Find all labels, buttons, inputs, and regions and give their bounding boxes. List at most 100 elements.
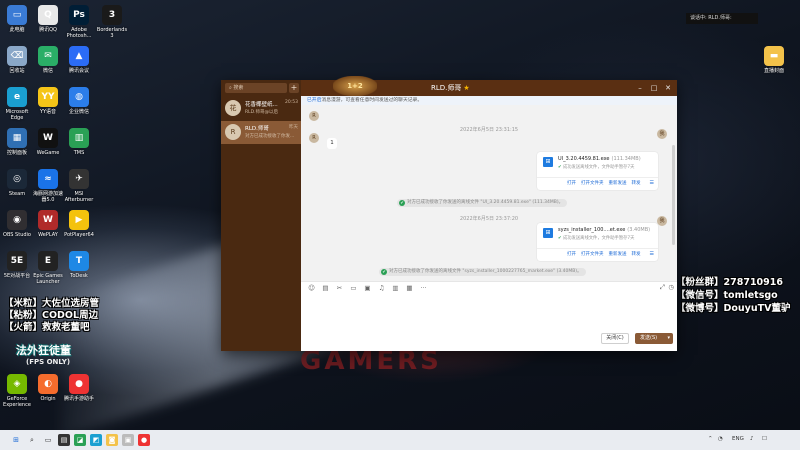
app-icon: ◈ — [7, 374, 27, 394]
desktop-shortcut[interactable]: ▭ 此电脑 — [0, 5, 34, 33]
overlay-right-line: 【微博号】DouyuTV董驴 — [676, 303, 791, 314]
open-file-link[interactable]: 打开 — [567, 251, 576, 257]
history-icon[interactable]: ◷ — [668, 283, 674, 291]
desktop-shortcut[interactable]: ▦ 控制面板 — [0, 128, 34, 156]
desktop-shortcut[interactable]: ▥ TMS — [62, 128, 96, 156]
conversation-time: 20:53 — [285, 100, 298, 105]
desktop-shortcut[interactable]: YY YY语音 — [31, 87, 65, 115]
forward-link[interactable]: 转发 — [632, 251, 641, 257]
open-folder-link[interactable]: 打开文件夹 — [581, 251, 604, 257]
start-icon[interactable]: ⊞ — [10, 434, 22, 446]
open-file-link[interactable]: 打开 — [567, 180, 576, 186]
emoji-icon[interactable]: ☺ — [307, 284, 316, 292]
conversation-item-active[interactable]: R RLD.师哥 昨天 对方已成功接收了你发... — [221, 121, 301, 144]
desktop-shortcut[interactable]: ▶ PotPlayer64 — [62, 210, 96, 238]
task-view-icon[interactable]: ▭ — [42, 434, 54, 446]
screenshot-icon[interactable]: ✂ — [335, 284, 344, 292]
maximize-button[interactable]: □ — [647, 80, 661, 96]
app-icon[interactable]: ▤ — [58, 434, 70, 446]
explorer-icon[interactable]: ◙ — [106, 434, 118, 446]
notice-link[interactable]: 已开启 — [307, 98, 321, 103]
incoming-message: 1 — [327, 138, 337, 149]
desktop-shortcut[interactable]: ⌫ 回收站 — [0, 46, 34, 74]
desktop-shortcut[interactable]: E Epic Games Launcher — [31, 251, 65, 285]
doc-icon[interactable]: ▥ — [391, 284, 400, 292]
resend-link[interactable]: 重新发送 — [609, 180, 627, 186]
desktop-shortcut[interactable]: ◐ Origin — [31, 374, 65, 402]
tray-app-icon[interactable]: ◔ — [718, 436, 723, 442]
open-folder-link[interactable]: 打开文件夹 — [581, 180, 604, 186]
folder-icon[interactable]: ▭ — [349, 284, 358, 292]
desktop-shortcut[interactable]: e Microsoft Edge — [0, 87, 34, 121]
avatar: R — [309, 111, 319, 121]
app-icon: ▶ — [69, 210, 89, 230]
app-icon: E — [38, 251, 58, 271]
desktop-shortcut[interactable]: ✈ MSI Afterburner — [62, 169, 96, 203]
chevron-down-icon[interactable]: ▾ — [667, 333, 670, 344]
desktop-shortcut[interactable]: Q 腾讯QQ — [31, 5, 65, 33]
language-indicator[interactable]: ENG — [732, 436, 744, 442]
taskbar: ⊞ ⌕ ▭ ▤ ◪ ◩ ◙ ▣ ● ⌃ ◔ ENG ♪ ☐ — [0, 430, 800, 450]
desktop-shortcut[interactable]: ◉ OBS Studio — [0, 210, 34, 238]
desktop-shortcut[interactable]: T ToDesk — [62, 251, 96, 279]
desktop-shortcut[interactable]: 5E 5E对战平台 — [0, 251, 34, 279]
expand-icon[interactable]: ⤢ — [660, 283, 665, 292]
desktop-shortcut[interactable]: 3 Borderlands 3 — [95, 5, 129, 39]
app-icon: ● — [69, 374, 89, 394]
volume-icon[interactable]: ♪ — [750, 436, 754, 442]
conversation-item[interactable]: 花 花香椰壁纸... 20:53 RLD.师哥@以后 — [221, 97, 301, 120]
image-icon[interactable]: ▣ — [363, 284, 372, 292]
shortcut-label: WePLAY — [38, 232, 58, 238]
file-message-card[interactable]: ⊞ syzs_installer_100....et.exe (3.40MB) ✔… — [537, 223, 658, 261]
qq-taskbar-icon[interactable]: ▣ — [122, 434, 134, 446]
screen-share-icon[interactable]: ▦ — [405, 284, 414, 292]
avatar: 我 — [657, 129, 667, 139]
app-icon[interactable]: ◪ — [74, 434, 86, 446]
close-window-button[interactable]: ✕ — [661, 80, 675, 96]
obs-taskbar-icon[interactable]: ● — [138, 434, 150, 446]
resend-link[interactable]: 重新发送 — [609, 251, 627, 257]
desktop-shortcut[interactable]: ● 腾讯手游助手 — [62, 374, 96, 402]
search-placeholder: 搜索 — [233, 85, 244, 91]
desktop-shortcut[interactable]: ✉ 微信 — [31, 46, 65, 74]
edge-icon[interactable]: ◩ — [90, 434, 102, 446]
shortcut-label: GeForce Experience — [3, 396, 31, 408]
send-button[interactable]: 发送(S) ▾ — [635, 333, 673, 344]
desktop-shortcut[interactable]: ▲ 腾讯会议 — [62, 46, 96, 74]
app-icon: 3 — [102, 5, 122, 25]
overlay-right-line: 【微信号】tomletsgo — [676, 290, 778, 301]
message-input[interactable]: 关闭(C) 发送(S) ▾ — [301, 293, 677, 351]
search-input[interactable]: ⌕ 搜索 — [225, 83, 287, 93]
shortcut-label: 此电脑 — [9, 27, 25, 33]
add-button[interactable]: + — [289, 83, 299, 93]
file-menu-icon[interactable]: ☰ — [650, 180, 654, 186]
desktop-shortcut[interactable]: W WePLAY — [31, 210, 65, 238]
file-name: syzs_installer_100....et.exe (3.40MB) — [558, 227, 651, 233]
file-message-card[interactable]: ⊞ UI_3.20.4459.81.exe (111.34MB) ✔ 成功发送离线… — [537, 152, 658, 190]
conversation-preview: RLD.师哥@以后 — [245, 110, 279, 115]
more-icon[interactable]: ··· — [419, 284, 428, 292]
display-icon[interactable]: ☐ — [762, 436, 767, 442]
file-menu-icon[interactable]: ☰ — [650, 251, 654, 257]
shortcut-label: WeGame — [36, 150, 60, 156]
desktop-shortcut[interactable]: ◎ Steam — [0, 169, 34, 197]
gif-icon[interactable]: ▤ — [321, 284, 330, 292]
input-toolbar: ☺ ▤ ✂ ▭ ▣ ♫ ▥ ▦ ··· ⤢ ◷ — [301, 281, 677, 293]
shortcut-label: YY语音 — [39, 109, 57, 115]
minimize-button[interactable]: – — [633, 80, 647, 96]
tray-chevron-icon[interactable]: ⌃ — [708, 436, 713, 442]
desktop-shortcut[interactable]: ▬ 直播封面 — [757, 46, 791, 74]
file-status: ✔ 成功发送离线文件，文件助手暂存7天 — [558, 165, 635, 170]
music-icon[interactable]: ♫ — [377, 284, 386, 292]
close-button[interactable]: 关闭(C) — [601, 333, 629, 344]
desktop-shortcut[interactable]: ≈ 海豚网游加速器5.0 — [31, 169, 65, 203]
search-icon[interactable]: ⌕ — [26, 434, 38, 446]
desktop-shortcut[interactable]: Ps Adobe Photosh... — [62, 5, 96, 39]
forward-link[interactable]: 转发 — [632, 180, 641, 186]
shortcut-label: 控制面板 — [6, 150, 27, 156]
windows-exe-icon: ⊞ — [543, 157, 553, 167]
desktop-shortcut[interactable]: ◈ GeForce Experience — [0, 374, 34, 408]
desktop-shortcut[interactable]: ◍ 企业微信 — [62, 87, 96, 115]
desktop-shortcut[interactable]: W WeGame — [31, 128, 65, 156]
chat-scrollbar[interactable] — [672, 145, 675, 245]
